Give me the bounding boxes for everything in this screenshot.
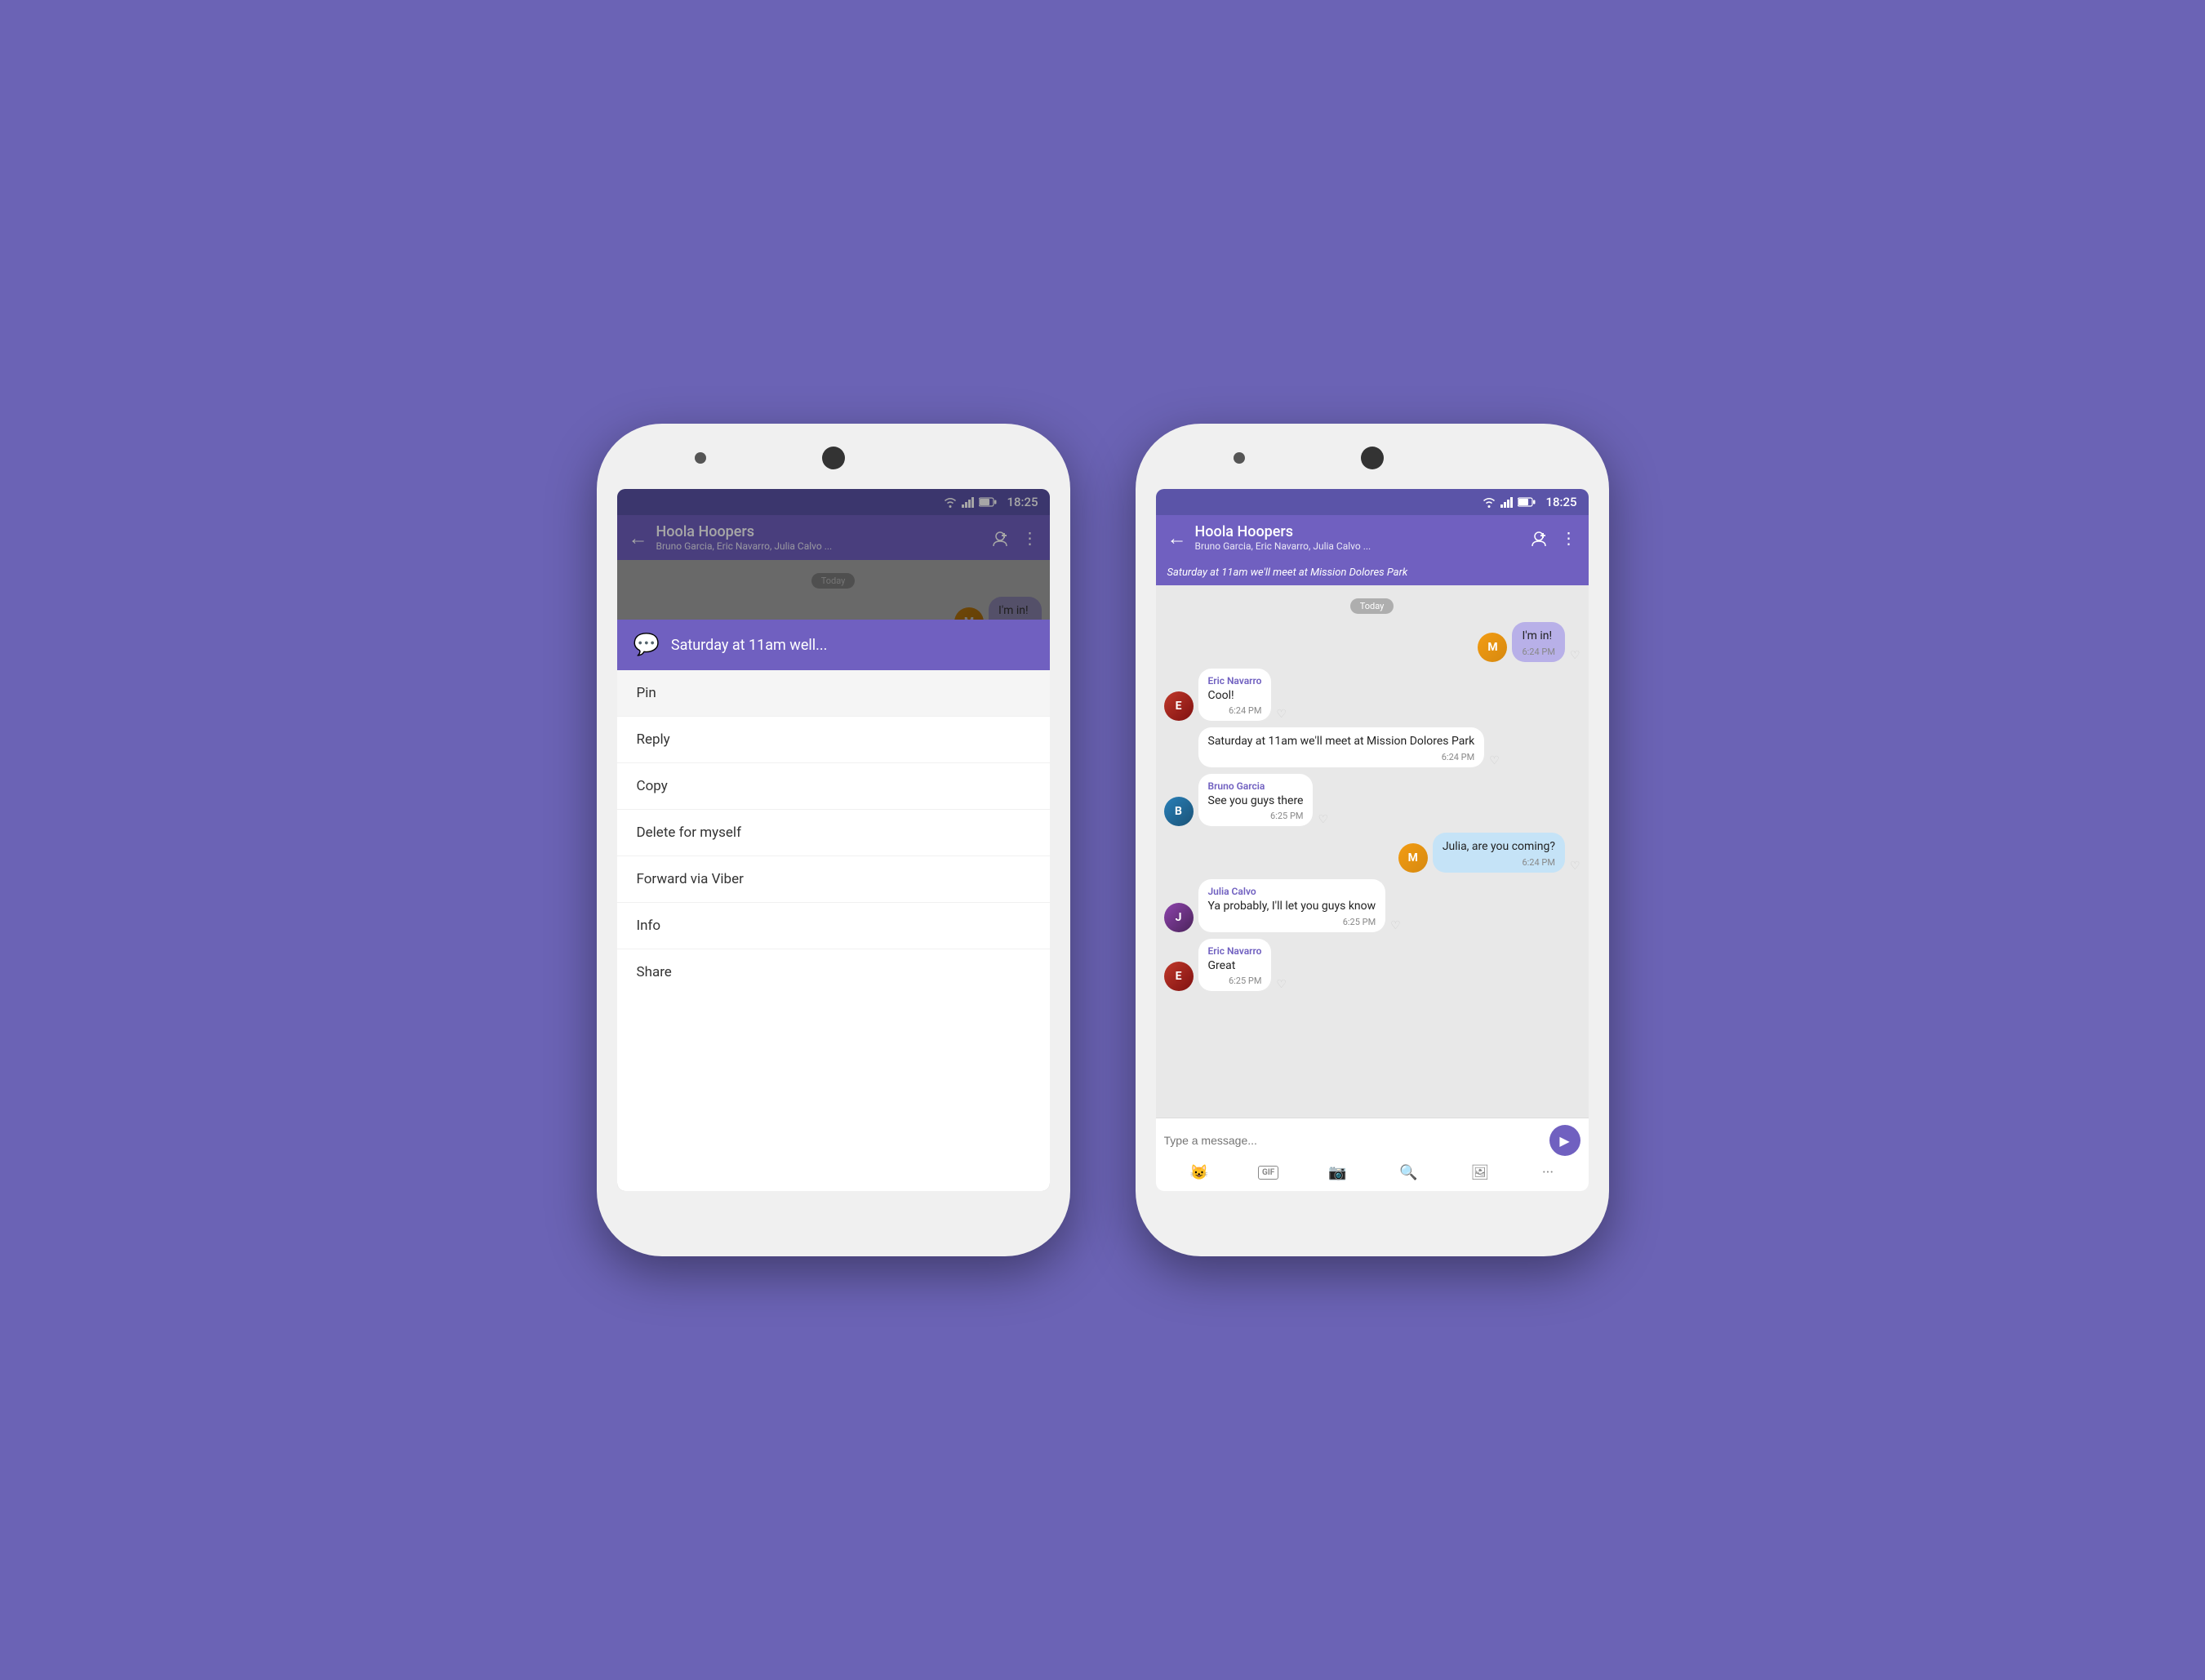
heart-icon-4[interactable]: ♡: [1318, 813, 1328, 826]
msg-bubble-6: Julia Calvo Ya probably, I'll let you gu…: [1198, 879, 1386, 932]
context-menu: Pin Reply Copy Delete for myself Forward…: [617, 670, 1050, 1191]
msg-bubble-3: Saturday at 11am we'll meet at Mission D…: [1198, 727, 1485, 767]
chat-body-right: Today ♡ I'm in! 6:24 PM M E Eric Navarro: [1156, 585, 1589, 1191]
avatar-eric-3: E: [1164, 962, 1194, 991]
avatar-me-2: M: [1398, 843, 1428, 873]
heart-icon-1[interactable]: ♡: [1570, 649, 1580, 662]
add-contact-icon-right[interactable]: [1530, 527, 1548, 548]
context-menu-overlay: 💬 Saturday at 11am well... Pin Reply Cop…: [617, 489, 1050, 1191]
status-time-right: 18:25: [1545, 495, 1576, 509]
heart-icon-2[interactable]: ♡: [1276, 708, 1287, 721]
signal-icon-right: [1500, 496, 1514, 508]
avatar-julia: J: [1164, 903, 1194, 932]
msg-bubble-1: I'm in! 6:24 PM: [1512, 622, 1564, 662]
menu-item-share[interactable]: Share: [617, 949, 1050, 995]
msg-row-3: Saturday at 11am we'll meet at Mission D…: [1164, 727, 1580, 767]
menu-item-delete[interactable]: Delete for myself: [617, 810, 1050, 856]
status-bar-right: 18:25: [1156, 489, 1589, 515]
wifi-icon-right: [1482, 496, 1496, 508]
chat-header-right: ← Hoola Hoopers Bruno Garcia, Eric Navar…: [1156, 515, 1589, 560]
msg-row-2: E Eric Navarro Cool! 6:24 PM ♡: [1164, 669, 1580, 722]
emoji-button-right[interactable]: 😺: [1187, 1161, 1211, 1184]
chat-title-right: Hoola Hoopers: [1195, 523, 1522, 540]
avatar-eric-right: E: [1164, 691, 1194, 721]
msg-bubble-4: Bruno Garcia See you guys there 6:25 PM: [1198, 774, 1314, 827]
phone-camera-left: [822, 447, 845, 469]
menu-item-forward[interactable]: Forward via Viber: [617, 856, 1050, 903]
context-header-text: Saturday at 11am well...: [671, 637, 828, 654]
msg-bubble-5: Julia, are you coming? 6:24 PM: [1433, 833, 1565, 873]
toolbar-row-right: 😺 GIF 📷 🔍 🖼 ···: [1164, 1161, 1580, 1184]
menu-item-copy[interactable]: Copy: [617, 763, 1050, 810]
msg-row-1: ♡ I'm in! 6:24 PM M: [1164, 622, 1580, 662]
input-area-right: ▶ 😺 GIF 📷 🔍 🖼 ···: [1156, 1118, 1589, 1191]
msg-bubble-7: Eric Navarro Great 6:25 PM: [1198, 939, 1272, 992]
chat-subtitle-right: Bruno Garcia, Eric Navarro, Julia Calvo …: [1195, 540, 1375, 552]
msg-row-5: ♡ Julia, are you coming? 6:24 PM M: [1164, 833, 1580, 873]
context-menu-header: 💬 Saturday at 11am well...: [617, 620, 1050, 670]
msg-row-4: B Bruno Garcia See you guys there 6:25 P…: [1164, 774, 1580, 827]
camera-button-right[interactable]: 📷: [1325, 1161, 1349, 1184]
avatar-bruno-right: B: [1164, 797, 1194, 826]
menu-item-reply[interactable]: Reply: [617, 717, 1050, 763]
back-button-right[interactable]: ←: [1167, 528, 1187, 548]
screen-right: 18:25 ← Hoola Hoopers Bruno Garcia, Eric…: [1156, 489, 1589, 1191]
more-options-icon-right[interactable]: ⋮: [1561, 528, 1577, 548]
battery-icon-right: [1518, 497, 1536, 507]
msg-row-7: E Eric Navarro Great 6:25 PM ♡: [1164, 939, 1580, 992]
input-row-right: ▶: [1164, 1125, 1580, 1156]
send-button-right[interactable]: ▶: [1549, 1125, 1580, 1156]
gif-button-right[interactable]: GIF: [1258, 1166, 1278, 1180]
menu-item-pin[interactable]: Pin: [617, 670, 1050, 717]
heart-icon-3[interactable]: ♡: [1489, 754, 1500, 767]
message-input-right[interactable]: [1164, 1134, 1545, 1147]
avatar-me-right: M: [1478, 633, 1507, 662]
phone-left: 18:25 ← Hoola Hoopers Bruno Garcia, Eric…: [597, 424, 1070, 1256]
date-divider-right: Today: [1164, 597, 1580, 612]
status-icons-right: [1482, 496, 1536, 508]
heart-icon-7[interactable]: ♡: [1276, 978, 1287, 991]
phone-right: 18:25 ← Hoola Hoopers Bruno Garcia, Eric…: [1136, 424, 1609, 1256]
more-button-right[interactable]: ···: [1539, 1161, 1557, 1184]
header-actions-right: ⋮: [1530, 527, 1577, 548]
heart-icon-6[interactable]: ♡: [1390, 919, 1401, 932]
msg-bubble-2: Eric Navarro Cool! 6:24 PM: [1198, 669, 1272, 722]
phone-dot-left: [695, 452, 706, 464]
search-button-right[interactable]: 🔍: [1396, 1161, 1420, 1184]
pinned-banner: Saturday at 11am we'll meet at Mission D…: [1156, 560, 1589, 585]
screen-left: 18:25 ← Hoola Hoopers Bruno Garcia, Eric…: [617, 489, 1050, 1191]
menu-item-info[interactable]: Info: [617, 903, 1050, 949]
heart-icon-5[interactable]: ♡: [1570, 860, 1580, 873]
msg-row-6: J Julia Calvo Ya probably, I'll let you …: [1164, 879, 1580, 932]
header-info-right: Hoola Hoopers Bruno Garcia, Eric Navarro…: [1195, 523, 1522, 552]
gallery-button-right[interactable]: 🖼: [1467, 1161, 1492, 1184]
phone-camera-right: [1361, 447, 1384, 469]
phone-dot-right: [1234, 452, 1245, 464]
chat-bubble-icon: 💬: [633, 633, 660, 657]
